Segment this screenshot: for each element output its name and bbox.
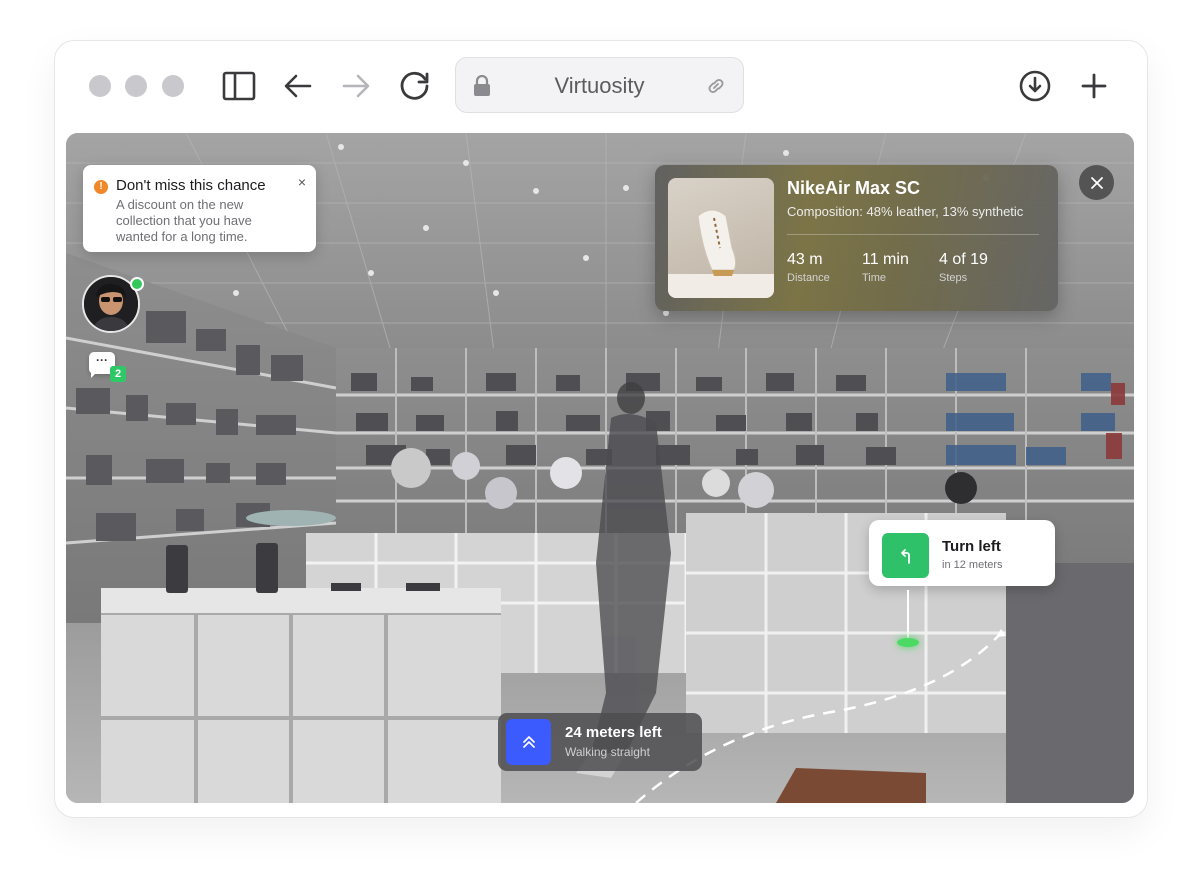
stat-label: Distance <box>787 272 830 284</box>
stat-label: Steps <box>939 272 968 284</box>
notification-title: Don't miss this chance <box>116 177 266 194</box>
turn-title: Turn left <box>942 538 1001 555</box>
close-icon <box>1090 176 1103 189</box>
address-bar[interactable]: Virtuosity <box>455 57 744 113</box>
stat-label: Time <box>862 272 887 284</box>
stat-value: 4 of 19 <box>939 251 988 268</box>
stat-value: 43 m <box>787 251 823 268</box>
close-button[interactable] <box>1079 165 1114 200</box>
sidebar-toggle-icon[interactable] <box>219 66 259 106</box>
chat-bubble-tail <box>91 372 97 378</box>
walking-subtitle: Walking straight <box>565 745 650 759</box>
product-composition: Composition: 48% leather, 13% synthetic <box>787 204 1024 219</box>
turn-left-icon <box>882 533 929 578</box>
forward-arrow-icon[interactable] <box>336 66 376 106</box>
direction-pin-stem <box>907 590 909 640</box>
stat-value: 11 min <box>862 251 909 268</box>
warning-icon: ! <box>94 180 108 194</box>
close-icon[interactable]: × <box>298 175 306 189</box>
location-pin-marker <box>897 638 919 647</box>
card-divider <box>787 234 1039 235</box>
product-card[interactable]: NikeAir Max SC Composition: 48% leather,… <box>655 165 1058 311</box>
stat-steps: 4 of 19 Steps <box>939 251 988 285</box>
unread-count-badge: 2 <box>110 366 126 382</box>
window-zoom-dot[interactable] <box>162 75 184 97</box>
chevron-up-icon <box>506 719 551 765</box>
stat-distance: 43 m Distance <box>787 251 830 285</box>
discount-notification[interactable]: ! Don't miss this chance A discount on t… <box>83 165 316 252</box>
link-icon[interactable] <box>705 75 727 102</box>
product-name: NikeAir Max SC <box>787 178 921 198</box>
back-arrow-icon[interactable] <box>278 66 318 106</box>
turn-direction-card[interactable]: Turn left in 12 meters <box>869 520 1055 586</box>
plus-icon[interactable] <box>1074 66 1114 106</box>
reload-icon[interactable] <box>395 66 435 106</box>
address-title: Virtuosity <box>554 73 645 98</box>
sneaker-icon <box>668 209 774 298</box>
stat-time: 11 min Time <box>862 251 909 285</box>
window-minimize-dot[interactable] <box>125 75 147 97</box>
walking-title: 24 meters left <box>565 724 662 741</box>
online-status-dot <box>130 277 144 291</box>
turn-subtitle: in 12 meters <box>942 559 1003 571</box>
product-image <box>668 178 774 298</box>
notification-body: A discount on the new collection that yo… <box>116 197 252 244</box>
download-icon[interactable] <box>1015 66 1055 106</box>
walking-indicator[interactable]: 24 meters left Walking straight <box>498 713 702 771</box>
window-close-dot[interactable] <box>89 75 111 97</box>
